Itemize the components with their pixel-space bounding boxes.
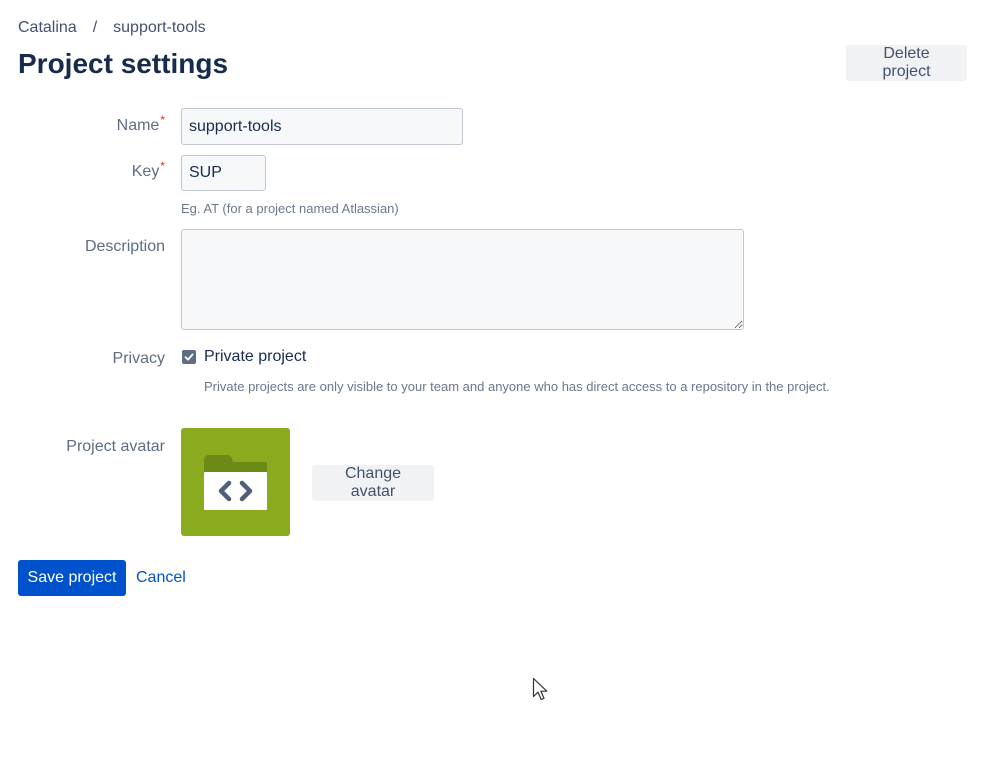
name-input[interactable] bbox=[181, 108, 463, 145]
page-title: Project settings bbox=[18, 48, 229, 79]
cancel-link[interactable]: Cancel bbox=[136, 569, 186, 587]
name-label-text: Name bbox=[116, 117, 160, 134]
project-avatar-label: Project avatar bbox=[66, 438, 165, 455]
name-required-mark: * bbox=[160, 113, 165, 127]
key-input[interactable] bbox=[181, 155, 266, 191]
private-project-label[interactable]: Private project bbox=[204, 348, 306, 366]
check-icon bbox=[184, 353, 194, 361]
description-textarea[interactable] bbox=[181, 229, 744, 330]
key-help-text: Eg. AT (for a project named Atlassian) bbox=[181, 201, 399, 216]
description-label: Description bbox=[84, 238, 165, 255]
privacy-help-text: Private projects are only visible to you… bbox=[204, 379, 830, 394]
private-project-checkbox[interactable] bbox=[182, 350, 196, 364]
folder-code-icon bbox=[204, 455, 267, 510]
breadcrumb-separator: / bbox=[92, 19, 98, 36]
key-label: Key* bbox=[131, 159, 165, 181]
key-label-text: Key bbox=[131, 163, 160, 180]
mouse-pointer-icon bbox=[532, 677, 548, 701]
privacy-label: Privacy bbox=[112, 350, 165, 367]
name-label: Name* bbox=[116, 113, 165, 135]
breadcrumb-repo-link[interactable]: support-tools bbox=[113, 19, 206, 37]
project-settings-page: Catalina / support-tools Project setting… bbox=[0, 0, 999, 777]
change-avatar-button[interactable]: Change avatar bbox=[312, 465, 434, 501]
delete-project-button[interactable]: Delete project bbox=[846, 45, 967, 81]
project-avatar bbox=[181, 428, 290, 536]
breadcrumb-project-link[interactable]: Catalina bbox=[18, 19, 77, 37]
breadcrumb: Catalina / support-tools bbox=[18, 18, 206, 38]
save-project-button[interactable]: Save project bbox=[18, 560, 126, 596]
key-required-mark: * bbox=[160, 159, 165, 173]
